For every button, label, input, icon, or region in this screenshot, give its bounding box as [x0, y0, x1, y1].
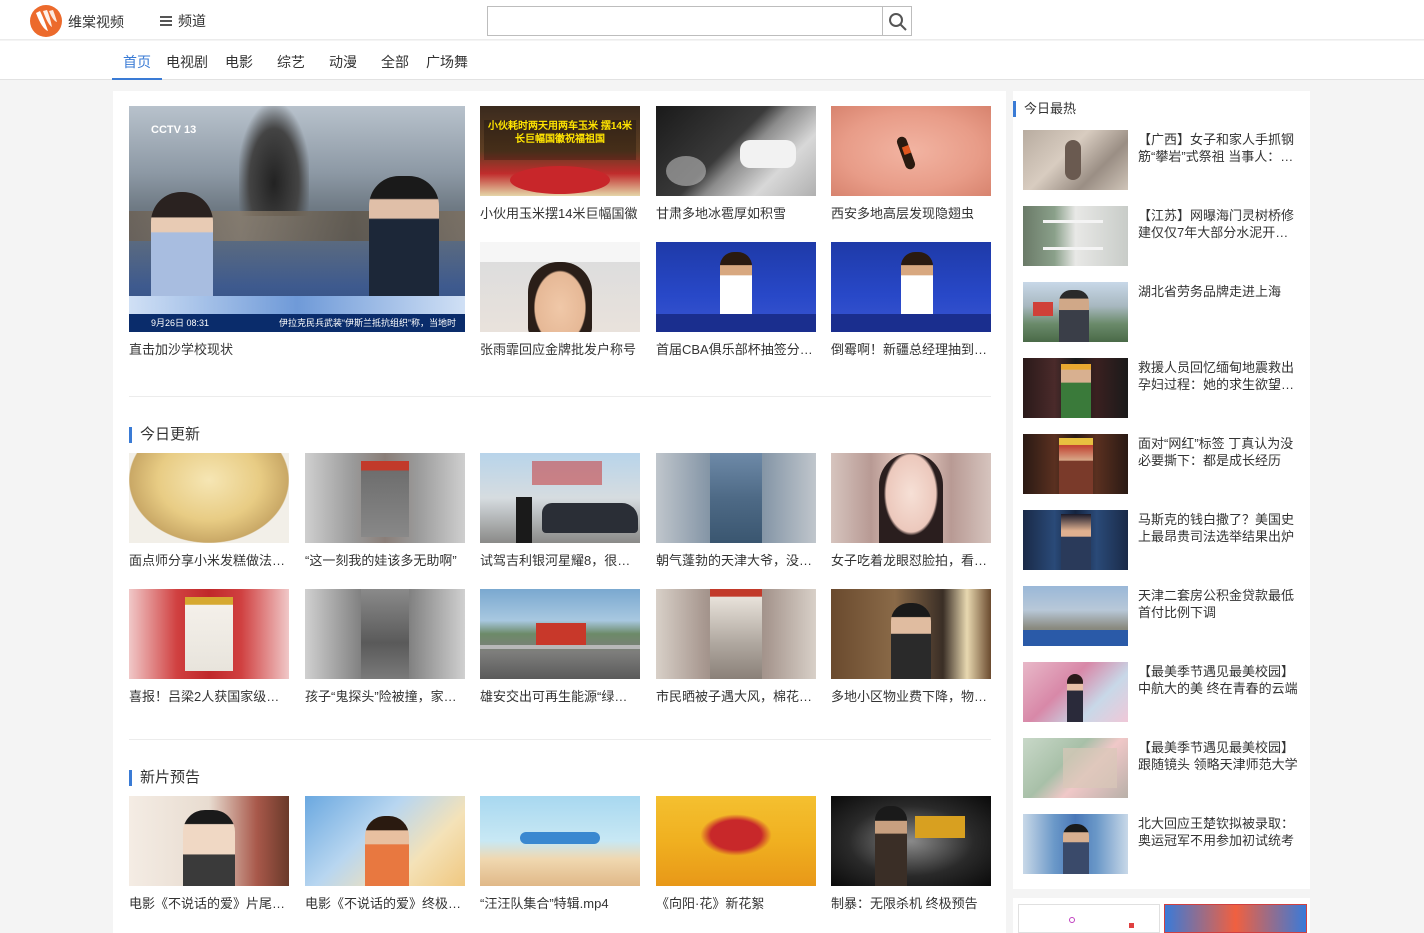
today-title-7[interactable]: 孩子“鬼探头”险被撞，家长注意 — [305, 686, 465, 705]
hot-title-5[interactable]: 面对“网红”标签 丁真认为没必要撕下：都是成长经历 — [1138, 435, 1298, 469]
new-trailers-title: 新片预告 — [129, 770, 200, 786]
hot-thumbnail-8[interactable] — [1023, 662, 1128, 722]
today-thumbnail-2[interactable] — [305, 453, 465, 543]
trailer-title-4[interactable]: 《向阳·花》新花絮 — [656, 893, 816, 912]
hot-title-8[interactable]: 【最美季节遇见最美校园】中航大的美 终在青春的云端 — [1138, 663, 1298, 697]
nav-item-anime[interactable]: 动漫 — [329, 52, 357, 72]
trailer-thumbnail-2[interactable] — [305, 796, 465, 886]
hot-thumbnail-4[interactable] — [1023, 358, 1128, 418]
brand-name[interactable]: 维棠视频 — [68, 12, 124, 32]
today-title-10[interactable]: 多地小区物业费下降，物业回应 — [831, 686, 991, 705]
logo-icon[interactable] — [30, 5, 62, 37]
today-thumbnail-5[interactable] — [831, 453, 991, 543]
nav-item-movie[interactable]: 电影 — [225, 52, 253, 72]
featured-ticker: 伊拉克民兵武装“伊斯兰抵抗组织”称，当地时 — [279, 318, 456, 328]
trailer-thumbnail-5[interactable] — [831, 796, 991, 886]
featured-main-thumbnail[interactable]: CCTV 13 9月26日 08:31 伊拉克民兵武装“伊斯兰抵抗组织”称，当地… — [129, 106, 465, 332]
today-thumbnail-9[interactable] — [656, 589, 816, 679]
featured-title-2[interactable]: 甘肃多地冰雹厚如积雪 — [656, 203, 816, 222]
channel-nav: 首页 电视剧 电影 综艺 动漫 全部 广场舞 — [0, 41, 1424, 80]
featured-title-6[interactable]: 倒霉啊！新疆总经理抽到死亡之组 — [831, 339, 991, 358]
hot-title-10[interactable]: 北大回应王楚钦拟被录取：奥运冠军不用参加初试统考 — [1138, 815, 1298, 849]
today-title-5[interactable]: 女子吃着龙眼怼脸拍，看到了吗 — [831, 550, 991, 569]
today-title-4[interactable]: 朝气蓬勃的天津大爷，没毛病 — [656, 550, 816, 569]
featured-thumbnail-3[interactable] — [831, 106, 991, 196]
hot-title-2[interactable]: 【江苏】网曝海门灵树桥修建仅仅7年大部分水泥开裂剥落 — [1138, 207, 1298, 241]
hot-thumbnail-1[interactable] — [1023, 130, 1128, 190]
today-thumbnail-4[interactable] — [656, 453, 816, 543]
hot-thumbnail-2[interactable] — [1023, 206, 1128, 266]
featured-title-5[interactable]: 首届CBA俱乐部杯抽签分组出炉 — [656, 339, 816, 358]
nav-item-variety[interactable]: 综艺 — [277, 52, 305, 72]
hot-thumbnail-3[interactable] — [1023, 282, 1128, 342]
trailer-thumbnail-3[interactable] — [480, 796, 640, 886]
menu-icon — [160, 16, 172, 26]
today-title-1[interactable]: 面点师分享小米发糕做法详细步骤 — [129, 550, 289, 569]
today-thumbnail-8[interactable] — [480, 589, 640, 679]
featured-title-3[interactable]: 西安多地高层发现隐翅虫 — [831, 203, 991, 222]
featured-main-title[interactable]: 直击加沙学校现状 — [129, 339, 465, 358]
hot-thumbnail-7[interactable] — [1023, 586, 1128, 646]
section-divider — [129, 396, 991, 397]
trailer-title-5[interactable]: 制暴：无限杀机 终极预告 — [831, 893, 991, 912]
today-title-2[interactable]: “这一刻我的娃该多无助啊” — [305, 550, 465, 569]
hot-title-3[interactable]: 湖北省劳务品牌走进上海 — [1138, 283, 1298, 300]
featured-thumbnail-4[interactable] — [480, 242, 640, 332]
hot-title-6[interactable]: 马斯克的钱白撒了？美国史上最昂贵司法选举结果出炉 — [1138, 511, 1298, 545]
sidebar-ad-2[interactable] — [1164, 904, 1307, 933]
featured-thumbnail-1[interactable]: 小伙耗时两天用两车玉米 摆14米长巨幅国徽祝福祖国 — [480, 106, 640, 196]
trailer-thumbnail-4[interactable] — [656, 796, 816, 886]
today-title-8[interactable]: 雄安交出可再生能源“绿色答卷” — [480, 686, 640, 705]
featured-thumbnail-6[interactable] — [831, 242, 991, 332]
sidebar-ad-1[interactable] — [1018, 904, 1160, 933]
hot-thumbnail-5[interactable] — [1023, 434, 1128, 494]
featured-thumbnail-2[interactable] — [656, 106, 816, 196]
search-icon — [889, 13, 907, 31]
today-title-9[interactable]: 市民晒被子遇大风，棉花漫天飞 — [656, 686, 816, 705]
trailer-title-1[interactable]: 电影《不说话的爱》片尾曲MV — [129, 893, 289, 912]
nav-item-square-dance[interactable]: 广场舞 — [426, 52, 468, 72]
section-divider — [129, 739, 991, 740]
featured-date-badge: 9月26日 08:31 — [151, 318, 210, 328]
top-bar: 维棠视频 频道 — [0, 0, 1424, 40]
search-button[interactable] — [882, 6, 912, 36]
channel-menu-label: 频道 — [178, 13, 206, 29]
channel-menu-button[interactable]: 频道 — [160, 11, 206, 31]
hot-title-7[interactable]: 天津二套房公积金贷款最低首付比例下调 — [1138, 587, 1298, 621]
trailer-title-2[interactable]: 电影《不说话的爱》终极预告片 — [305, 893, 465, 912]
search-input[interactable] — [487, 6, 883, 36]
today-thumbnail-1[interactable] — [129, 453, 289, 543]
trailer-thumbnail-1[interactable] — [129, 796, 289, 886]
nav-item-tv[interactable]: 电视剧 — [166, 52, 208, 72]
today-title-6[interactable]: 喜报！吕梁2人获国家级荣誉称号 — [129, 686, 289, 705]
hot-thumbnail-9[interactable] — [1023, 738, 1128, 798]
hot-thumbnail-6[interactable] — [1023, 510, 1128, 570]
featured-thumbnail-5[interactable] — [656, 242, 816, 332]
today-thumbnail-7[interactable] — [305, 589, 465, 679]
today-thumbnail-6[interactable] — [129, 589, 289, 679]
today-updates-title: 今日更新 — [129, 427, 200, 443]
hot-title-9[interactable]: 【最美季节遇见最美校园】跟随镜头 领略天津师范大学 — [1138, 739, 1298, 773]
hot-thumbnail-10[interactable] — [1023, 814, 1128, 874]
today-thumbnail-10[interactable] — [831, 589, 991, 679]
today-title-3[interactable]: 试驾吉利银河星耀8，很有实力 — [480, 550, 640, 569]
featured-overlay-text-1: 小伙耗时两天用两车玉米 摆14米长巨幅国徽祝福祖国 — [484, 120, 636, 160]
featured-title-4[interactable]: 张雨霏回应金牌批发户称号 — [480, 339, 640, 358]
hot-today-title: 今日最热 — [1013, 101, 1076, 117]
today-thumbnail-3[interactable] — [480, 453, 640, 543]
featured-title-1[interactable]: 小伙用玉米摆14米巨幅国徽 — [480, 203, 640, 222]
featured-channel-badge: CCTV 13 — [151, 124, 197, 136]
hot-title-1[interactable]: 【广西】女子和家人手抓钢筋“攀岩”式祭祖 当事人：很惊险 — [1138, 131, 1298, 165]
hot-title-4[interactable]: 救援人员回忆缅甸地震救出孕妇过程：她的求生欲望很强 — [1138, 359, 1298, 393]
nav-item-home[interactable]: 首页 — [123, 52, 151, 72]
nav-item-all[interactable]: 全部 — [381, 52, 409, 72]
nav-active-indicator — [112, 78, 162, 80]
trailer-title-3[interactable]: “汪汪队集合”特辑.mp4 — [480, 893, 640, 912]
